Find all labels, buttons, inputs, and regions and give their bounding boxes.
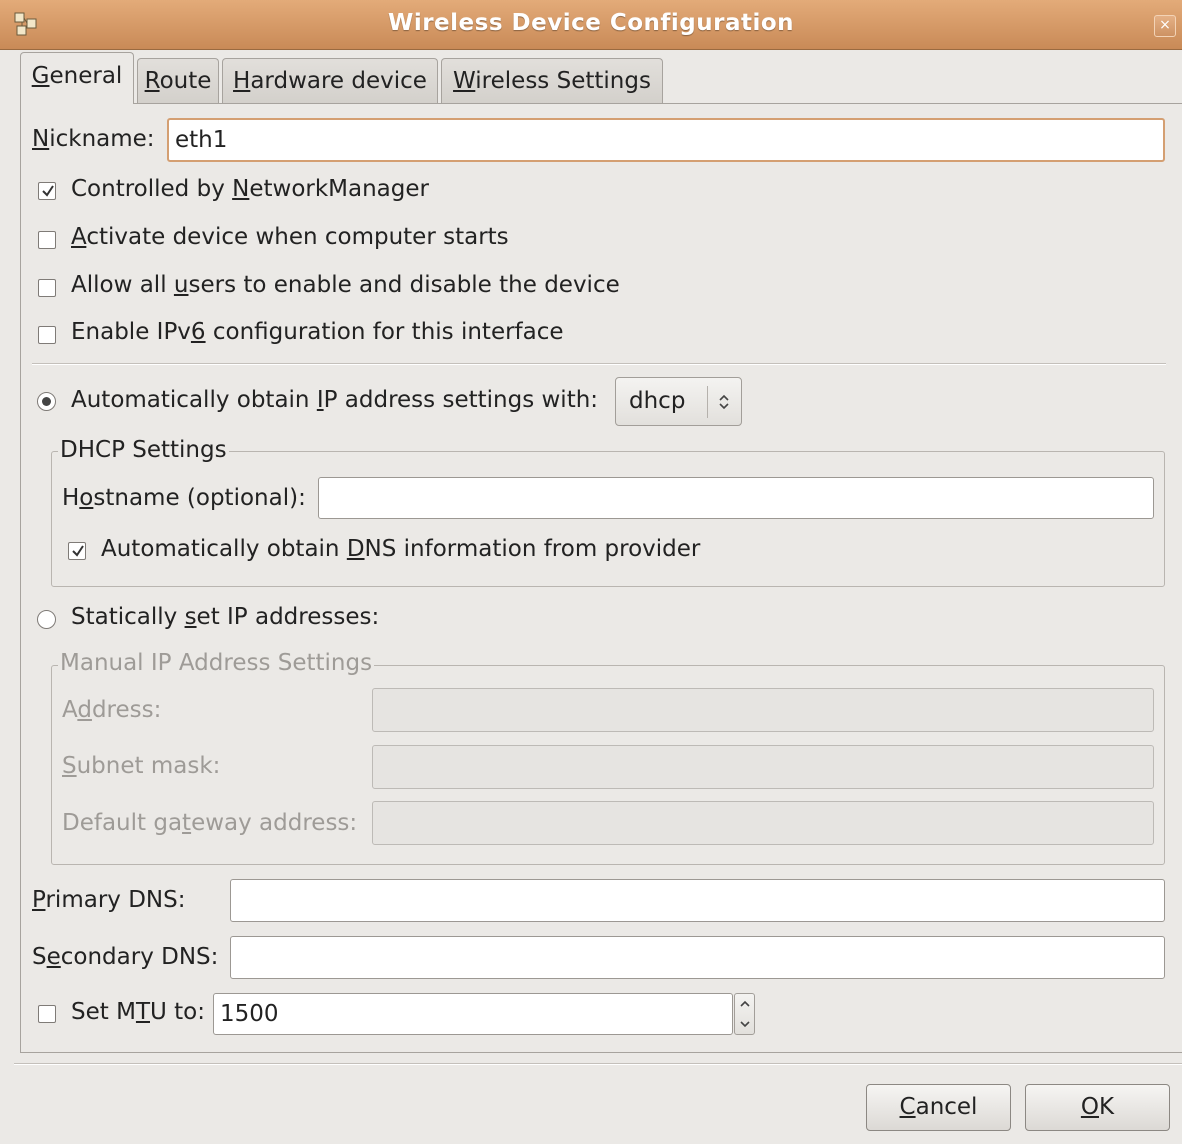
checkmark-icon — [72, 545, 84, 557]
ip-protocol-combo[interactable]: dhcp — [615, 377, 742, 426]
chevron-down-icon[interactable] — [739, 1019, 751, 1029]
title-bar: Wireless Device Configuration × — [0, 0, 1182, 50]
tab-hardware-device[interactable]: Hardware device — [222, 58, 438, 104]
dhcp-settings-legend: DHCP Settings — [58, 437, 229, 463]
subnet-mask-input[interactable] — [372, 745, 1154, 789]
combo-divider — [707, 386, 708, 418]
controlled-by-networkmanager-checkbox[interactable] — [38, 182, 56, 200]
auto-ip-label: Automatically obtain IP address settings… — [71, 387, 599, 413]
auto-dns-checkbox[interactable] — [68, 542, 86, 560]
nickname-label: Nickname: — [32, 126, 155, 152]
ip-protocol-value: dhcp — [629, 388, 686, 414]
chevron-up-icon[interactable] — [739, 999, 751, 1009]
close-button[interactable]: × — [1154, 15, 1176, 37]
auto-dns-label: Automatically obtain DNS information fro… — [101, 536, 701, 562]
address-input[interactable] — [372, 688, 1154, 732]
tab-general[interactable]: General — [20, 52, 134, 104]
manual-ip-legend: Manual IP Address Settings — [58, 650, 375, 676]
dhcp-settings-frame — [51, 451, 1165, 587]
default-gateway-label: Default gateway address: — [62, 810, 358, 836]
tab-wireless-settings[interactable]: Wireless Settings — [441, 58, 663, 104]
separator — [32, 363, 1166, 365]
mtu-spinner[interactable] — [734, 993, 755, 1035]
primary-dns-input[interactable] — [230, 879, 1165, 922]
controlled-by-networkmanager-label: Controlled by NetworkManager — [71, 176, 429, 202]
nickname-input[interactable] — [167, 118, 1165, 162]
static-ip-radio[interactable] — [37, 610, 56, 629]
secondary-dns-label: Secondary DNS: — [32, 944, 219, 970]
mtu-input[interactable] — [213, 993, 733, 1035]
allow-all-users-checkbox[interactable] — [38, 279, 56, 297]
hostname-input[interactable] — [318, 477, 1154, 519]
subnet-mask-label: Subnet mask: — [62, 753, 221, 779]
static-ip-label: Statically set IP addresses: — [71, 604, 380, 630]
hostname-label: Hostname (optional): — [62, 485, 306, 511]
default-gateway-input[interactable] — [372, 801, 1154, 845]
allow-all-users-label: Allow all users to enable and disable th… — [71, 272, 620, 298]
checkmark-icon — [42, 185, 54, 197]
secondary-dns-input[interactable] — [230, 936, 1165, 979]
activate-on-boot-label: Activate device when computer starts — [71, 224, 509, 250]
set-mtu-label: Set MTU to: — [71, 999, 205, 1025]
window-title: Wireless Device Configuration — [387, 10, 795, 36]
activate-on-boot-checkbox[interactable] — [38, 231, 56, 249]
enable-ipv6-checkbox[interactable] — [38, 326, 56, 344]
auto-ip-radio[interactable] — [37, 392, 56, 411]
cancel-button[interactable]: Cancel — [866, 1084, 1011, 1131]
enable-ipv6-label: Enable IPv6 configuration for this inter… — [71, 319, 564, 345]
address-label: Address: — [62, 697, 162, 723]
radio-selected-dot — [42, 397, 51, 406]
button-area-separator — [14, 1063, 1182, 1065]
set-mtu-checkbox[interactable] — [38, 1005, 56, 1023]
tab-route[interactable]: Route — [137, 58, 219, 104]
close-icon: × — [1159, 17, 1171, 33]
updown-chevron-icon — [719, 394, 729, 410]
primary-dns-label: Primary DNS: — [32, 887, 186, 913]
ok-button[interactable]: OK — [1025, 1084, 1170, 1131]
